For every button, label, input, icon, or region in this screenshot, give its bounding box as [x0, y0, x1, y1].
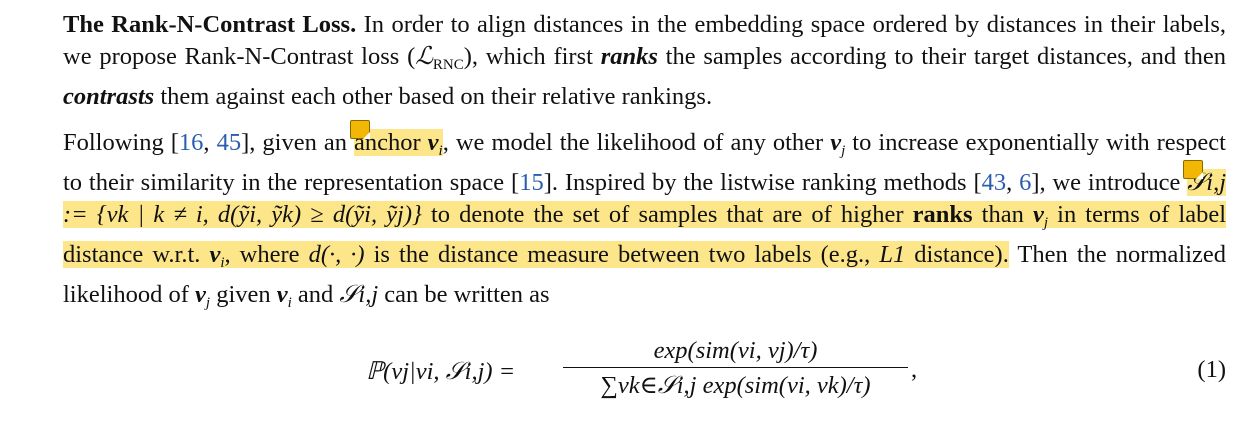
sticky-note-icon[interactable] [1183, 160, 1204, 179]
equation-numerator: exp(sim(vi, vj)/τ) [653, 337, 818, 364]
fraction-bar [563, 367, 908, 368]
body-text: is the distance measure between two labe… [364, 241, 880, 268]
ranks-emphasis: ranks [600, 43, 658, 70]
vector-v: v [209, 241, 221, 268]
distance-function: d(·, ·) [308, 241, 365, 268]
body-text: , where [224, 241, 309, 268]
equation-number: (1) [1197, 356, 1226, 383]
citation-link[interactable]: 16 [179, 129, 204, 156]
body-text: , [203, 129, 217, 156]
ranks-bold: ranks [912, 201, 973, 228]
body-text: ), which first [463, 43, 601, 70]
citation-link[interactable]: 15 [519, 169, 544, 196]
vector-v: v [276, 281, 288, 308]
paper-section: The Rank-N-Contrast Loss. In order to al… [63, 9, 1226, 399]
equation-comma: , [911, 356, 918, 383]
loss-subscript: RNC [432, 57, 464, 73]
body-text: ], given an [241, 129, 354, 156]
equation-fraction: exp(sim(vi, vj)/τ) ∑vk∈𝒮i,j exp(sim(vi, … [563, 337, 908, 400]
body-text: ], we introduce [1031, 169, 1188, 196]
loss-symbol: ℒ [415, 43, 433, 70]
citation-link[interactable]: 6 [1019, 169, 1031, 196]
equation-denominator: ∑vk∈𝒮i,j exp(sim(vi, vk)/τ) [600, 372, 871, 399]
body-text: , [1006, 169, 1020, 196]
vector-v: v [427, 129, 439, 156]
body-text: can be written as [378, 281, 550, 308]
vector-v: v [830, 129, 842, 156]
body-text: than [972, 201, 1033, 228]
body-text: given [210, 281, 277, 308]
paragraph-rank-n-contrast: The Rank-N-Contrast Loss. In order to al… [63, 9, 1226, 113]
body-text: to denote the set of samples that are of… [421, 201, 913, 228]
sticky-note-icon[interactable] [349, 120, 370, 139]
paragraph-heading: The Rank-N-Contrast Loss. [63, 11, 357, 38]
citation-link[interactable]: 45 [217, 129, 242, 156]
l1-symbol: L1 [879, 241, 906, 268]
body-text: them against each other based on their r… [154, 83, 713, 110]
body-text: distance). [905, 241, 1009, 268]
set-symbol: 𝒮i,j [339, 281, 379, 308]
body-text: Following [ [63, 129, 179, 156]
body-text: , we model the likelihood of any other [442, 129, 831, 156]
body-text: the samples according to their target di… [657, 43, 1227, 70]
contrasts-emphasis: contrasts [63, 83, 155, 110]
vector-v: v [195, 281, 206, 308]
body-text: ]. Inspired by the listwise ranking meth… [543, 169, 982, 196]
equation-lhs: ℙ(vj|vi, 𝒮i,j) = [366, 358, 516, 385]
equation-1: ℙ(vj|vi, 𝒮i,j) = exp(sim(vi, vj)/τ) ∑vk∈… [63, 331, 1226, 421]
paragraph-likelihood: Following [16, 45], given an anchor vi, … [63, 120, 1226, 319]
vector-v: v [1032, 201, 1044, 228]
body-text: and [291, 281, 340, 308]
citation-link[interactable]: 43 [982, 169, 1007, 196]
